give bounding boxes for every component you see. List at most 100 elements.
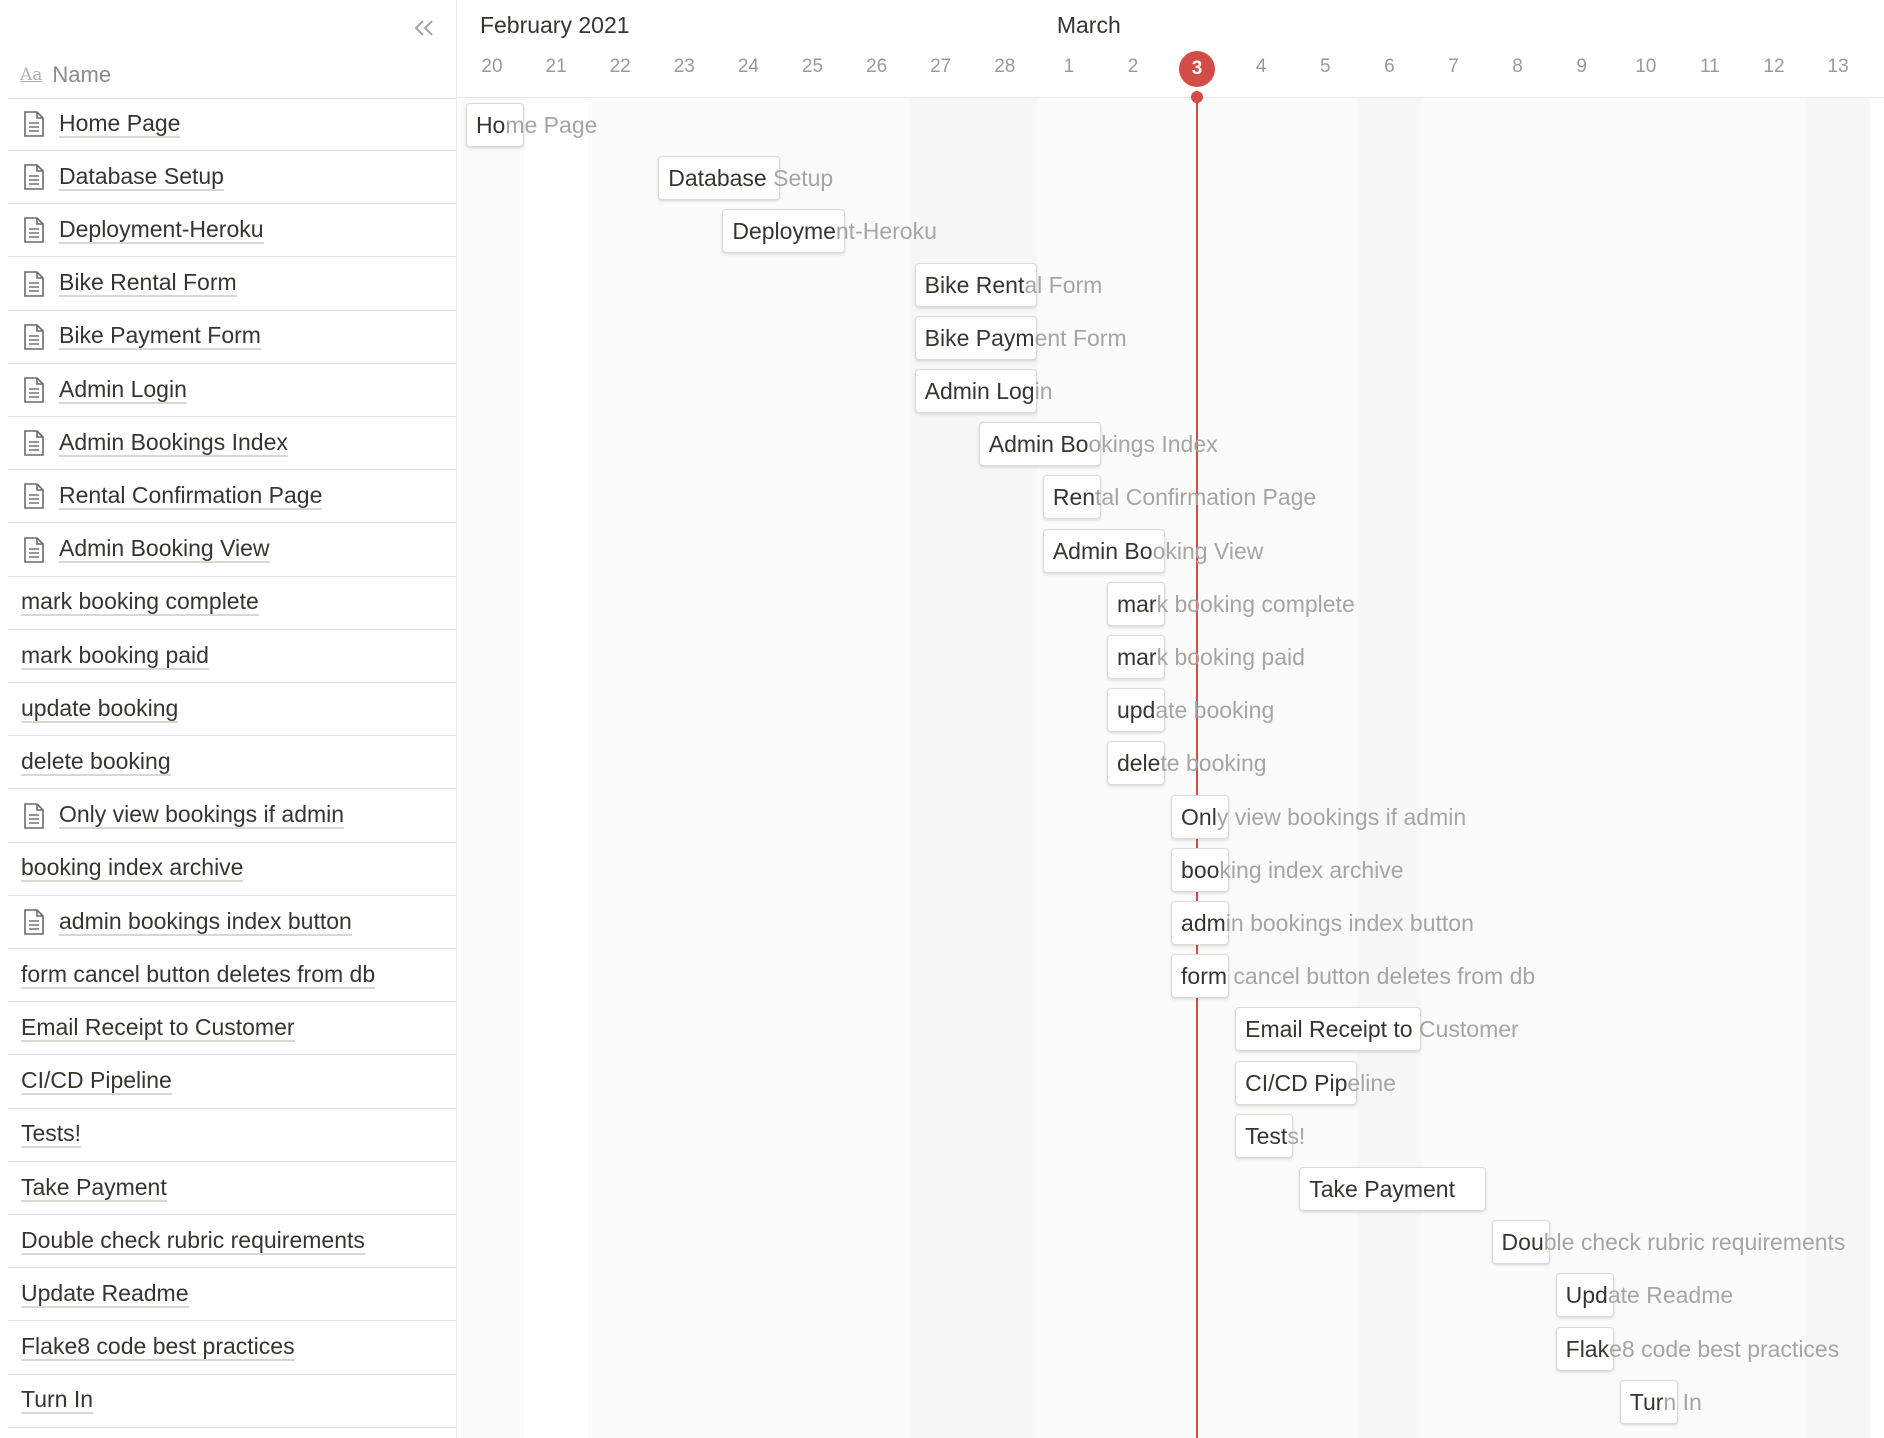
name-column-header[interactable]: Aa Name — [8, 52, 456, 99]
task-name[interactable]: Tests! — [21, 1121, 82, 1149]
timeline-bar[interactable]: Admin Login — [914, 369, 1053, 413]
table-row[interactable]: Admin Login — [8, 364, 456, 417]
table-row[interactable]: Deployment-Heroku — [8, 204, 456, 258]
task-name[interactable]: update booking — [21, 696, 179, 723]
task-name[interactable]: Bike Rental Form — [59, 270, 237, 298]
page-icon — [24, 483, 44, 510]
task-name[interactable]: Turn In — [21, 1387, 94, 1415]
timeline-bar-label: delete booking — [1116, 750, 1267, 777]
timeline-bar-label: Admin Login — [924, 378, 1053, 404]
table-row[interactable]: delete booking — [8, 736, 456, 790]
table-row[interactable]: mark booking complete — [8, 577, 456, 630]
timeline-bar[interactable]: delete booking — [1106, 741, 1267, 786]
timeline-bar[interactable]: update booking — [1106, 688, 1274, 733]
timeline-bar[interactable]: Flake8 code best practices — [1555, 1326, 1839, 1371]
table-row[interactable]: Rental Confirmation Page — [8, 470, 456, 524]
table-row[interactable]: update booking — [8, 683, 456, 737]
task-name[interactable]: mark booking complete — [21, 589, 259, 617]
timeline-bar[interactable]: Rental Confirmation Page — [1042, 475, 1316, 520]
timeline-bar[interactable]: Take Payment — [1299, 1167, 1486, 1211]
table-row[interactable]: booking index archive — [8, 843, 456, 896]
page-icon — [24, 802, 44, 829]
table-row[interactable]: mark booking paid — [8, 630, 456, 683]
table-row[interactable]: Take Payment — [8, 1162, 456, 1215]
timeline-bar-label: update booking — [1116, 697, 1275, 724]
timeline-bar[interactable]: Turn In — [1619, 1379, 1702, 1424]
task-name[interactable]: Only view bookings if admin — [59, 802, 345, 830]
timeline-bar[interactable]: Bike Payment Form — [914, 315, 1127, 360]
day-label: 8 — [1512, 56, 1523, 77]
table-row[interactable]: Admin Bookings Index — [8, 417, 456, 471]
day-label: 20 — [481, 56, 503, 77]
table-row[interactable]: Email Receipt to Customer — [8, 1002, 456, 1056]
timeline-bar[interactable]: Update Readme — [1555, 1273, 1733, 1318]
timeline-bar[interactable]: Admin Bookings Index — [978, 422, 1218, 467]
timeline-bar[interactable]: Bike Rental Form — [914, 262, 1102, 307]
collapse-sidebar-button[interactable] — [406, 12, 442, 44]
table-row[interactable]: Database Setup — [8, 151, 456, 205]
task-name[interactable]: Email Receipt to Customer — [21, 1015, 295, 1042]
table-row[interactable]: Flake8 code best practices — [8, 1322, 456, 1375]
table-row[interactable]: Double check rubric requirements — [8, 1215, 456, 1269]
task-name[interactable]: Flake8 code best practices — [21, 1334, 295, 1362]
timeline-bar-label: Home Page — [475, 112, 598, 138]
task-name[interactable]: Admin Bookings Index — [59, 430, 288, 457]
task-name[interactable]: Admin Booking View — [59, 536, 270, 564]
task-name[interactable]: admin bookings index button — [59, 909, 352, 936]
task-name[interactable]: Update Readme — [21, 1281, 189, 1308]
task-name[interactable]: form cancel button deletes from db — [21, 962, 376, 989]
timeline-panel[interactable]: February 2021 March 20 21 22 23 24 25 26 27 28 1 2 4… — [457, 0, 1884, 1438]
table-row[interactable]: CI/CD Pipeline — [8, 1056, 456, 1109]
timeline-bar-label: CI/CD Pipeline — [1245, 1069, 1396, 1096]
table-row[interactable]: Turn In — [8, 1375, 456, 1428]
timeline-bar[interactable]: form cancel button deletes from db — [1171, 954, 1535, 999]
task-name[interactable]: CI/CD Pipeline — [21, 1068, 172, 1096]
day-column-background — [1357, 98, 1422, 1438]
table-row[interactable]: admin bookings index button — [8, 896, 456, 949]
table-row[interactable]: Update Readme — [8, 1268, 456, 1322]
task-name[interactable]: delete booking — [21, 749, 171, 776]
table-row[interactable]: Home Page — [8, 98, 456, 151]
page-icon — [24, 111, 44, 137]
timeline-bar-label: Admin Bookings Index — [988, 431, 1218, 458]
page-icon — [24, 217, 44, 244]
timeline-bar[interactable]: admin bookings index button — [1171, 901, 1474, 945]
task-name[interactable]: Database Setup — [59, 164, 224, 191]
timeline-bar[interactable]: Tests! — [1235, 1113, 1305, 1158]
task-name[interactable]: Home Page — [59, 111, 181, 138]
day-label: 10 — [1635, 56, 1657, 77]
task-name[interactable]: Deployment-Heroku — [59, 217, 264, 244]
timeline-bar[interactable]: Home Page — [465, 103, 597, 147]
table-row[interactable]: Bike Payment Form — [8, 311, 456, 364]
timeline-bar[interactable]: Email Receipt to Customer — [1235, 1007, 1519, 1052]
page-icon — [24, 536, 44, 563]
table-row[interactable]: Tests! — [8, 1109, 456, 1162]
day-label: 24 — [737, 56, 759, 77]
timeline-bar[interactable]: Double check rubric requirements — [1491, 1220, 1845, 1265]
name-column-label: Name — [52, 62, 112, 87]
timeline-bar[interactable]: mark booking paid — [1106, 635, 1305, 679]
table-row[interactable]: Only view bookings if admin — [8, 790, 456, 843]
timeline-bar[interactable]: Database Setup — [658, 156, 833, 201]
timeline-bar[interactable]: Admin Booking View — [1042, 528, 1263, 573]
timeline-bar[interactable]: mark booking complete — [1106, 581, 1355, 626]
task-name[interactable]: Bike Payment Form — [59, 323, 261, 351]
timeline-bar[interactable]: Deployment-Heroku — [722, 209, 937, 254]
timeline-bar[interactable]: Only view bookings if admin — [1171, 794, 1466, 839]
timeline-bar[interactable]: CI/CD Pipeline — [1235, 1060, 1396, 1105]
timeline-bar-label: Update Readme — [1565, 1282, 1734, 1309]
day-label: 9 — [1576, 56, 1587, 77]
table-row[interactable]: Bike Rental Form — [8, 258, 456, 311]
table-row[interactable]: form cancel button deletes from db — [8, 949, 456, 1003]
timeline-bar[interactable]: booking index archive — [1171, 847, 1404, 892]
day-label: 13 — [1827, 56, 1849, 77]
timeline-bar-label: Double check rubric requirements — [1501, 1229, 1846, 1256]
task-name[interactable]: mark booking paid — [21, 643, 209, 670]
task-name[interactable]: Rental Confirmation Page — [59, 483, 323, 510]
task-name[interactable]: Admin Login — [59, 377, 187, 404]
table-row[interactable]: Admin Booking View — [8, 524, 456, 577]
task-name[interactable]: booking index archive — [21, 855, 244, 883]
task-name[interactable]: Double check rubric requirements — [21, 1228, 365, 1255]
text-property-icon: Aa — [20, 65, 43, 85]
task-name[interactable]: Take Payment — [21, 1175, 167, 1202]
